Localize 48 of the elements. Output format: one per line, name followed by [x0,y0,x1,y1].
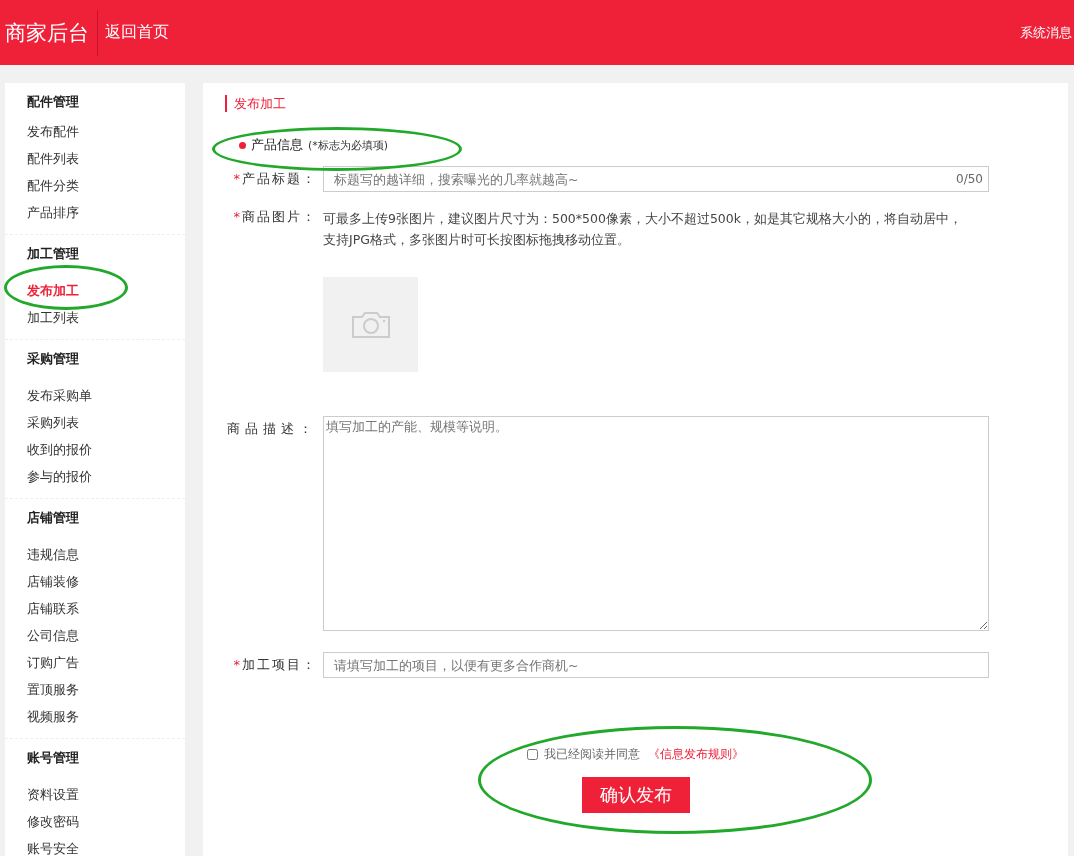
sidebar-item[interactable]: 店铺联系 [27,595,79,622]
text-field[interactable]: 请填写加工的项目，以便有更多合作商机~ [323,652,989,678]
agreement-text: 我已经阅读并同意 [544,746,640,763]
section-label: 产品信息 [251,136,303,154]
field-label: 产品标题： [242,171,317,188]
sidebar-item[interactable]: 资料设置 [27,781,79,808]
messages-link[interactable]: 系统消息 [1020,23,1072,42]
page-title: 发布加工 [225,95,1068,112]
sidebar-item[interactable]: 视频服务 [27,703,79,730]
agree-checkbox[interactable] [527,749,538,760]
sidebar-item[interactable]: 发布配件 [27,118,79,145]
sidebar-item[interactable]: 配件分类 [27,172,79,199]
sidebar-item[interactable]: 参与的报价 [27,463,92,490]
sidebar-item[interactable]: 修改密码 [27,808,79,835]
sidebar-item[interactable]: 违规信息 [27,541,79,568]
rules-link[interactable]: 《信息发布规则》 [648,746,744,763]
required-mark: * [233,657,240,672]
sidebar-item[interactable]: 发布采购单 [27,382,92,409]
sidebar-item[interactable]: 店铺装修 [27,568,79,595]
field-label: 加工项目： [242,657,317,674]
required-mark: * [233,209,240,224]
sidebar-item[interactable]: 账号安全 [27,835,79,856]
upload-hint: 可最多上传9张图片，建议图片尺寸为：500*500像素，大小不超过500k，如是其它规格大小的，将自动居中，支持JPG格式，多张图片时可长按图标拖拽移动位置。 [323,210,964,249]
field-label: 商品描述： [227,421,317,438]
char-counter: 0/50 [956,172,983,186]
sidebar-item[interactable]: 收到的报价 [27,436,92,463]
publish-button[interactable]: 确认发布 [581,777,690,813]
sidebar-heading: 采购管理 [27,350,79,368]
sidebar-item[interactable]: 发布加工 [27,277,79,304]
sidebar-item[interactable]: 配件列表 [27,145,79,172]
field-label: 商品图片： [242,209,317,226]
home-link[interactable]: 返回首页 [105,22,169,43]
sidebar-heading: 店铺管理 [27,509,79,527]
sidebar-item[interactable]: 产品排序 [27,199,79,226]
sidebar-item[interactable]: 采购列表 [27,409,79,436]
sidebar-item[interactable]: 加工列表 [27,304,79,331]
site-title: 商家后台 [0,9,98,56]
sidebar-item[interactable]: 置顶服务 [27,676,79,703]
sidebar-item[interactable]: 公司信息 [27,622,79,649]
sidebar-heading: 配件管理 [27,93,79,111]
bullet-icon [239,141,246,149]
required-note: (*标志为必填项) [308,137,389,153]
description-field[interactable]: 填写加工的产能、规模等说明。 [323,416,989,631]
sidebar-item[interactable]: 订购广告 [27,649,79,676]
sidebar-heading: 账号管理 [27,749,79,767]
camera-icon [350,310,391,339]
required-mark: * [233,171,240,186]
sidebar-heading: 加工管理 [27,245,79,263]
